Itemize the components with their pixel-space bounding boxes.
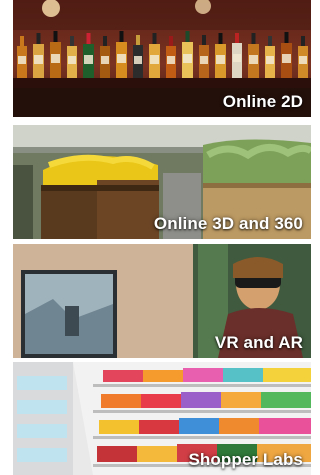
tile-label: Shopper Labs [188,450,303,469]
tile-online-2d[interactable]: Online 2D [13,0,311,117]
tile-label: Online 3D and 360 [153,214,303,233]
tile-label: Online 2D [222,92,303,111]
tile-online-3d-360[interactable]: Online 3D and 360 [13,125,311,239]
tile-shopper-labs[interactable]: Shopper Labs [13,362,311,475]
tile-vr-ar[interactable]: VR and AR [13,244,311,358]
tile-label: VR and AR [214,333,303,352]
